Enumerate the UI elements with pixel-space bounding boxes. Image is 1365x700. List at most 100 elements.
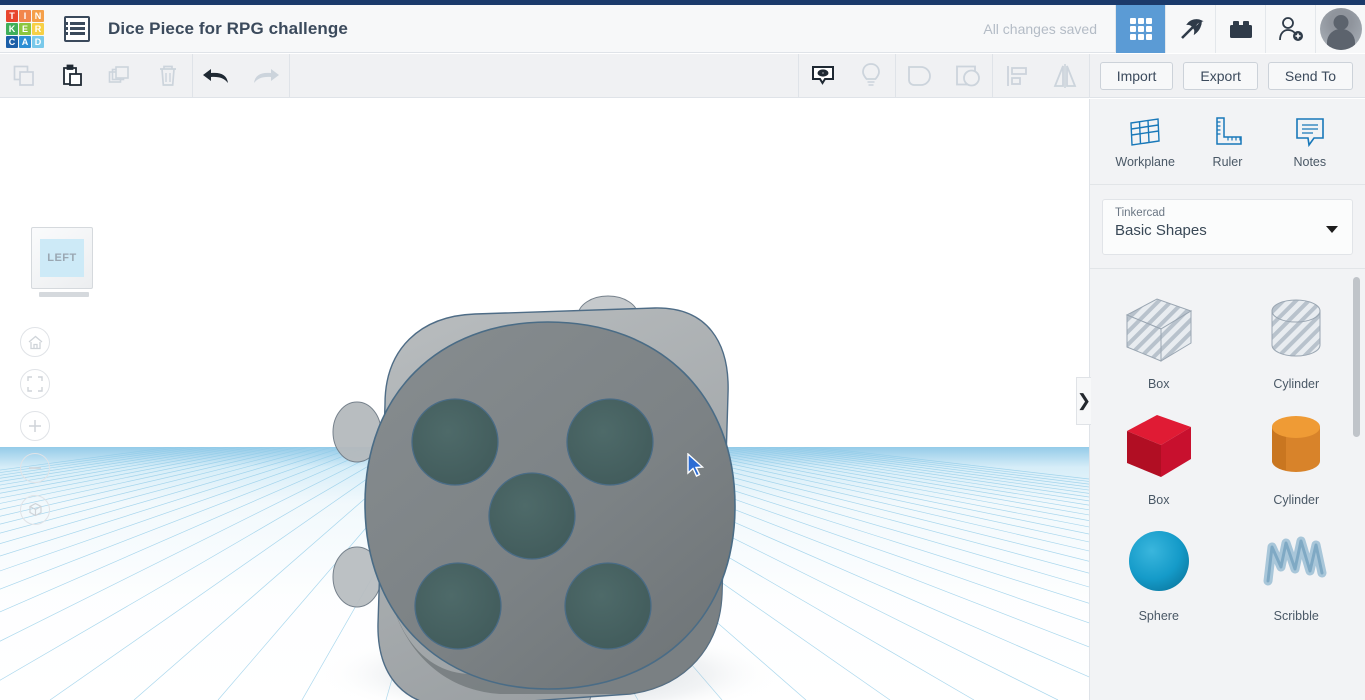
- panel-collapse-handle[interactable]: ❯: [1076, 377, 1091, 425]
- scribble-thumb: [1263, 536, 1327, 586]
- logo-tile-n: N: [32, 9, 44, 22]
- hole-box-thumb: [1125, 298, 1192, 362]
- logo-tile-k: K: [6, 22, 18, 35]
- logo-tile-e: E: [19, 22, 31, 35]
- view-cube-stand: [38, 292, 89, 297]
- user-avatar[interactable]: [1315, 4, 1365, 53]
- ruler-icon: [1216, 116, 1243, 145]
- dice-model[interactable]: [325, 294, 745, 700]
- avatar: [1319, 7, 1362, 50]
- logo-tile-r: R: [32, 22, 44, 35]
- shape-list: Box Cylinder Box Cylinder Sphere Scribbl…: [1090, 269, 1365, 700]
- fit-to-view-button[interactable]: [20, 369, 50, 399]
- add-person-icon[interactable]: [1265, 4, 1315, 53]
- tinkercad-app: TIN KER CAD Dice Piece for RPG challenge A…: [0, 0, 1365, 700]
- undo-icon[interactable]: [193, 54, 241, 98]
- pip-center: [488, 472, 576, 560]
- lightbulb-hide-icon[interactable]: [847, 54, 895, 98]
- shape-library-dropdown[interactable]: Tinkercad Basic Shapes: [1102, 199, 1353, 255]
- app-header: TIN KER CAD Dice Piece for RPG challenge A…: [0, 4, 1365, 53]
- 3d-viewport[interactable]: LEFT: [0, 99, 1089, 700]
- logo-tile-c: C: [6, 35, 18, 48]
- redo-icon[interactable]: [241, 54, 289, 98]
- paste-icon[interactable]: [48, 54, 96, 98]
- gallery-grid-icon[interactable]: [1115, 4, 1165, 53]
- shape-row: Box Cylinder: [1090, 397, 1365, 513]
- library-selected-value: Basic Shapes: [1115, 222, 1207, 239]
- mirror-icon[interactable]: [1041, 54, 1089, 98]
- shape-label: Box: [1147, 493, 1170, 507]
- grid-glyph: [1129, 17, 1152, 40]
- delete-icon[interactable]: [144, 54, 192, 98]
- pip-top-right: [566, 398, 654, 486]
- shape-label: Scribble: [1273, 609, 1319, 623]
- library-group-label: Tinkercad: [1115, 207, 1166, 219]
- solid-box-thumb: [1126, 415, 1191, 477]
- pip-bottom-right: [564, 562, 652, 650]
- solid-cylinder-thumb: [1272, 416, 1321, 472]
- group-tools: [896, 54, 992, 98]
- shape-label: Cylinder: [1273, 493, 1320, 507]
- toolbar-divider-6: [1088, 53, 1090, 98]
- save-status: All changes saved: [983, 20, 1097, 37]
- view-cube[interactable]: LEFT: [31, 227, 96, 301]
- page-title: Dice Piece for RPG challenge: [108, 18, 348, 38]
- viewport-nav-buttons: [20, 327, 50, 537]
- group-icon[interactable]: [896, 54, 944, 98]
- sphere-thumb: [1128, 531, 1189, 591]
- export-button[interactable]: Export: [1183, 61, 1258, 90]
- view-cube-face[interactable]: LEFT: [31, 227, 93, 289]
- shape-label: Box: [1147, 377, 1170, 391]
- zoom-out-button[interactable]: [20, 453, 50, 483]
- header-right-group: All changes saved: [983, 4, 1365, 53]
- ruler-tool[interactable]: Ruler: [1187, 115, 1267, 169]
- ruler-tool-label: Ruler: [1212, 154, 1243, 169]
- shape-scribble[interactable]: Scribble: [1228, 513, 1365, 629]
- panel-tool-row: Workplane Ruler Notes: [1090, 99, 1365, 185]
- logo-tile-d: D: [32, 35, 44, 48]
- list-menu-icon[interactable]: [64, 15, 90, 42]
- logo-tile-a: A: [19, 35, 31, 48]
- notes-tool-label: Notes: [1293, 154, 1327, 169]
- logo-tile-i: I: [19, 9, 31, 22]
- toolbar-divider-2: [289, 53, 290, 98]
- ungroup-icon[interactable]: [944, 54, 992, 98]
- workplane-tool-label: Workplane: [1115, 154, 1175, 169]
- chevron-down-icon: [1326, 226, 1338, 233]
- lego-brick-icon[interactable]: [1215, 4, 1265, 53]
- shape-list-scrollbar[interactable]: [1353, 277, 1360, 437]
- hole-cylinder-thumb: [1271, 299, 1321, 357]
- import-button[interactable]: Import: [1099, 61, 1174, 90]
- shape-label: Sphere: [1138, 609, 1179, 623]
- send-to-button[interactable]: Send To: [1267, 61, 1353, 90]
- home-view-button[interactable]: [20, 327, 50, 357]
- shape-sphere[interactable]: Sphere: [1090, 513, 1228, 629]
- shape-box-solid[interactable]: Box: [1090, 397, 1228, 513]
- shape-row: Box Cylinder: [1090, 281, 1365, 397]
- right-panel: ❯ Workplane Ruler Notes Tinkercad Basic …: [1076, 99, 1365, 700]
- visibility-eye-icon[interactable]: [799, 54, 847, 98]
- shape-box-hole[interactable]: Box: [1090, 281, 1228, 397]
- clipboard-group: [0, 54, 192, 98]
- pip-bottom-left: [414, 562, 502, 650]
- shape-cylinder-solid[interactable]: Cylinder: [1228, 397, 1365, 513]
- pip-top-left: [411, 398, 499, 486]
- visibility-group: [799, 54, 895, 98]
- duplicate-icon[interactable]: [96, 54, 144, 98]
- notes-icon: [1296, 117, 1324, 147]
- tinkercad-logo[interactable]: TIN KER CAD: [6, 9, 44, 48]
- align-tools: [993, 54, 1089, 98]
- view-cube-label: LEFT: [40, 239, 84, 277]
- ortho-perspective-toggle[interactable]: [20, 495, 50, 525]
- logo-tile-t: T: [6, 9, 18, 22]
- shape-label: Cylinder: [1273, 377, 1320, 391]
- workplane-tool[interactable]: Workplane: [1105, 115, 1185, 169]
- main-toolbar: Import Export Send To: [0, 53, 1365, 98]
- shape-row: Sphere Scribble: [1090, 513, 1365, 629]
- align-icon[interactable]: [993, 54, 1041, 98]
- copy-icon[interactable]: [0, 54, 48, 98]
- pickaxe-icon[interactable]: [1165, 4, 1215, 53]
- zoom-in-button[interactable]: [20, 411, 50, 441]
- notes-tool[interactable]: Notes: [1270, 115, 1350, 169]
- shape-cylinder-hole[interactable]: Cylinder: [1228, 281, 1365, 397]
